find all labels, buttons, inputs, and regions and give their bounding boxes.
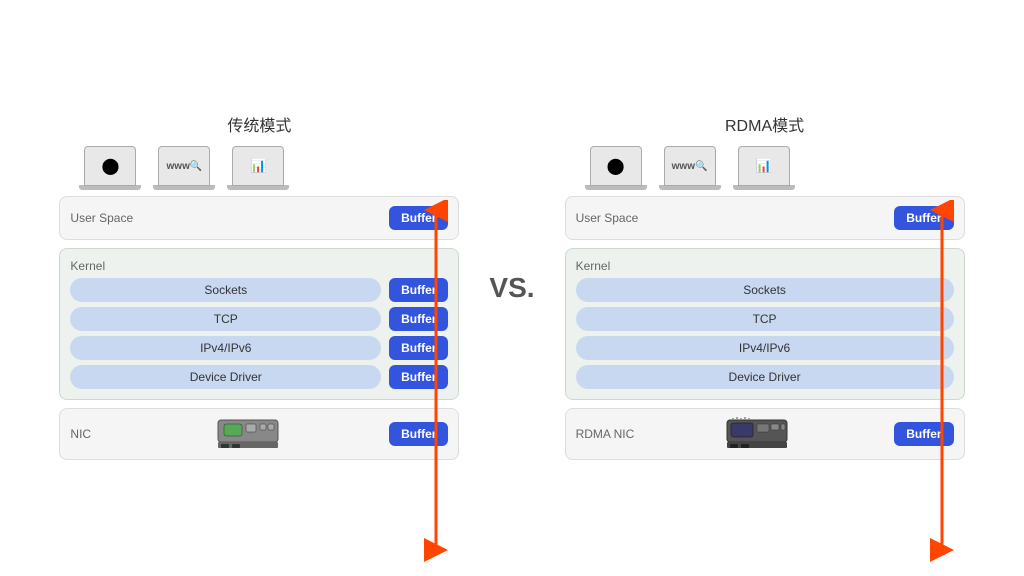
traditional-sockets-buffer: Buffer [389, 278, 448, 302]
rdma-sockets-row: Sockets [576, 278, 954, 302]
traditional-diagram: 传统模式 ⬤ www🔍 📊 User Spa [59, 112, 459, 464]
rdma-nic-image [720, 415, 800, 453]
traditional-tcp-row: TCP Buffer [70, 307, 448, 331]
app-icon-3: 📊 [227, 146, 289, 190]
traditional-nic-label: NIC [70, 427, 120, 441]
traditional-ipv4: IPv4/IPv6 [70, 336, 381, 360]
traditional-kernel-label: Kernel [70, 259, 448, 273]
traditional-app-icons: ⬤ www🔍 📊 [59, 146, 289, 190]
rdma-driver-row: Device Driver [576, 365, 954, 389]
rdma-www-icon: www🔍 [664, 146, 716, 186]
traditional-user-buffer: Buffer [389, 206, 448, 230]
rdma-user-space: User Space Buffer [565, 196, 965, 240]
www-icon: www🔍 [158, 146, 210, 186]
rdma-diagram: RDMA模式 ⬤ www🔍 📊 User S [565, 112, 965, 464]
rdma-app-icon-1: ⬤ [585, 146, 647, 190]
app-icon-1: ⬤ [79, 146, 141, 190]
rdma-section: RDMA模式 ⬤ www🔍 📊 User S [565, 112, 965, 464]
rdma-nic: RDMA NIC [565, 408, 965, 460]
traditional-nic-buffer: Buffer [389, 422, 448, 446]
rdma-nic-label: RDMA NIC [576, 427, 635, 441]
rdma-tcp: TCP [576, 307, 954, 331]
traditional-driver-row: Device Driver Buffer [70, 365, 448, 389]
vs-label: VS. [489, 272, 534, 304]
main-container: 传统模式 ⬤ www🔍 📊 User Spa [0, 0, 1024, 576]
monitor-icon: ⬤ [84, 146, 136, 186]
rdma-app-icon-2: www🔍 [659, 146, 721, 190]
traditional-title: 传统模式 [59, 112, 459, 136]
rdma-ipv4-row: IPv4/IPv6 [576, 336, 954, 360]
traditional-ipv4-row: IPv4/IPv6 Buffer [70, 336, 448, 360]
traditional-ipv4-buffer: Buffer [389, 336, 448, 360]
traditional-driver-buffer: Buffer [389, 365, 448, 389]
rdma-kernel-label: Kernel [576, 259, 954, 273]
rdma-app-icon-3: 📊 [733, 146, 795, 190]
traditional-nic: NIC [59, 408, 459, 460]
rdma-nic-card-svg [725, 416, 795, 452]
traditional-user-label: User Space [70, 211, 133, 225]
traditional-tcp: TCP [70, 307, 381, 331]
rdma-sockets: Sockets [576, 278, 954, 302]
rdma-tcp-row: TCP [576, 307, 954, 331]
traditional-tcp-buffer: Buffer [389, 307, 448, 331]
rdma-user-buffer: Buffer [894, 206, 953, 230]
chart-icon: 📊 [232, 146, 284, 186]
traditional-kernel: Kernel Sockets Buffer TCP Buffer IPv4/IP… [59, 248, 459, 400]
traditional-user-space: User Space Buffer [59, 196, 459, 240]
traditional-driver: Device Driver [70, 365, 381, 389]
nic-card-svg [216, 416, 286, 452]
traditional-section: 传统模式 ⬤ www🔍 📊 User Spa [59, 112, 459, 464]
rdma-kernel: Kernel Sockets TCP IPv4/IPv6 Device Driv… [565, 248, 965, 400]
rdma-driver: Device Driver [576, 365, 954, 389]
app-icon-2: www🔍 [153, 146, 215, 190]
rdma-user-label: User Space [576, 211, 639, 225]
traditional-sockets: Sockets [70, 278, 381, 302]
rdma-ipv4: IPv4/IPv6 [576, 336, 954, 360]
rdma-app-icons: ⬤ www🔍 📊 [565, 146, 795, 190]
rdma-chart-icon: 📊 [738, 146, 790, 186]
rdma-title: RDMA模式 [565, 112, 965, 136]
traditional-nic-image [211, 415, 291, 453]
traditional-inner: User Space Buffer Kernel Sockets Buffer … [59, 196, 459, 464]
rdma-nic-buffer: Buffer [894, 422, 953, 446]
rdma-monitor-icon: ⬤ [590, 146, 642, 186]
traditional-sockets-row: Sockets Buffer [70, 278, 448, 302]
rdma-inner: User Space Buffer Kernel Sockets TCP IPv… [565, 196, 965, 464]
